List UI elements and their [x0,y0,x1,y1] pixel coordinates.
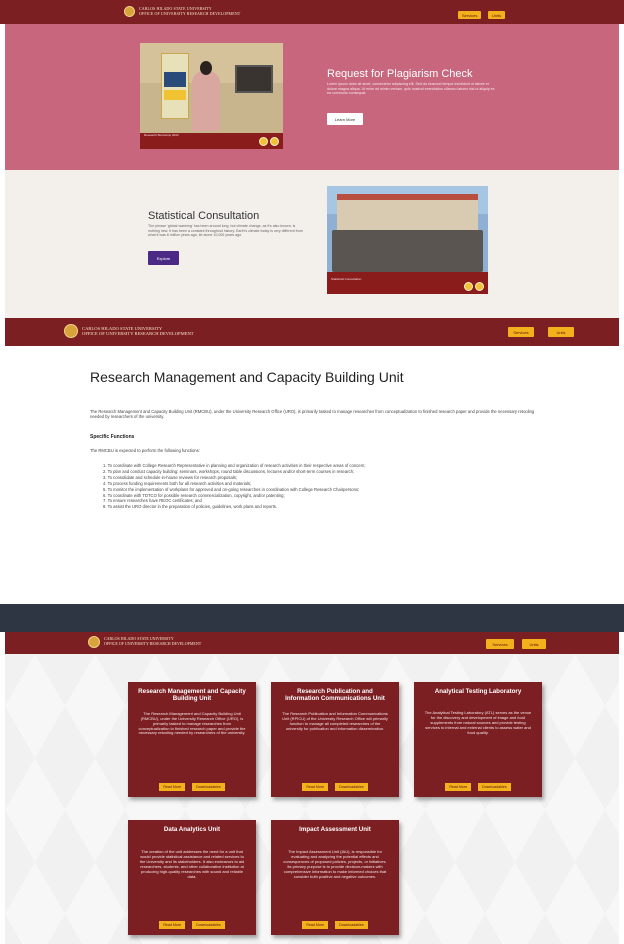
rmcbu-expected: The RMCBU is expected to perform the fol… [90,448,200,453]
statistical-title: Statistical Consultation [148,210,260,222]
photo-caption: Statistical Consultation [331,277,362,281]
org-name-line2: OFFICE OF UNIVERSITY RESEARCH DEVELOPMEN… [139,10,241,16]
services-button[interactable]: Services [458,11,482,19]
explore-button[interactable]: Explore [148,251,179,265]
seal-badge-icon [464,282,473,291]
functions-list: 1. To coordinate with College Research R… [103,463,533,510]
plagiarism-title: Request for Plagiarism Check [327,68,473,80]
header-logo[interactable]: CARLOS HILADO STATE UNIVERSITY OFFICE OF… [88,636,201,648]
group-photo: Statistical Consultation [327,186,488,294]
card-title: Research Management and Capacity Buildin… [138,688,246,703]
statistical-description: The phrase 'global warming' has been aro… [148,224,303,238]
rmcbu-intro: The Research Management and Capacity Bui… [90,409,535,420]
seal-badge-icon [475,282,484,291]
unit-card-iau: Impact Assessment Unit The Impact Assess… [271,820,399,935]
university-seal-icon [124,6,135,17]
speaker-figure [192,71,220,131]
photo-caption: Research Bootcamp 2022 [144,133,179,137]
footer-band [0,604,624,632]
card-description: The Impact Assessment Unit (IAU), is res… [283,849,387,879]
unit-card-rpicu: Research Publication and Information Com… [271,682,399,797]
unit-card-atl: Analytical Testing Laboratory The Analyt… [414,682,542,797]
services-button[interactable]: Services [486,639,514,649]
header-logo[interactable]: CARLOS HILADO STATE UNIVERSITY OFFICE OF… [124,6,240,17]
rmcbu-title: Research Management and Capacity Buildin… [90,369,404,385]
units-button[interactable]: Units [488,11,506,19]
services-button[interactable]: Services [508,327,534,337]
downloadables-button[interactable]: Downloadables [335,783,368,791]
org-name: CARLOS HILADO STATE UNIVERSITY OFFICE OF… [82,326,194,337]
read-more-button[interactable]: Read More [302,783,329,791]
building-figure [337,194,478,234]
downloadables-button[interactable]: Downloadables [192,783,225,791]
read-more-button[interactable]: Read More [302,921,329,929]
unit-card-rmcbu: Research Management and Capacity Buildin… [128,682,256,797]
read-more-button[interactable]: Read More [445,783,472,791]
card-title: Analytical Testing Laboratory [434,688,522,695]
card-description: The Analytical Testing Laboratory (ATL) … [424,710,532,736]
card-title: Research Publication and Information Com… [285,688,385,703]
header-logo[interactable]: CARLOS HILADO STATE UNIVERSITY OFFICE OF… [64,324,194,338]
function-item: 8. To assist the URO director in the pre… [103,504,278,510]
specific-functions-heading: Specific Functions [90,434,135,440]
seal-badge-icon [270,137,279,146]
read-more-button[interactable]: Read More [159,783,186,791]
unit-card-dau: Data Analytics Unit The creation of the … [128,820,256,935]
statistical-section [5,170,619,318]
crowd-figure [332,230,483,272]
seal-badge-icon [259,137,268,146]
units-button[interactable]: Units [522,639,546,649]
card-description: The Research Management and Capacity Bui… [138,710,246,736]
read-more-button[interactable]: Read More [159,921,186,929]
university-seal-icon [64,324,78,338]
bootcamp-photo: Research Bootcamp 2022 [140,43,283,149]
plagiarism-description: Lorem ipsum dolor sit amet, consectetur … [327,82,495,96]
units-button[interactable]: Units [548,327,574,337]
monitor-figure [235,65,273,93]
org-name-line2: OFFICE OF UNIVERSITY RESEARCH DEVELOPMEN… [82,331,194,336]
org-name: CARLOS HILADO STATE UNIVERSITY OFFICE OF… [139,6,241,16]
card-description: The Research Publication and Information… [282,710,388,731]
downloadables-button[interactable]: Downloadables [478,783,511,791]
bootcamp-banner [161,53,189,119]
learn-more-button[interactable]: Learn More [327,113,363,125]
university-seal-icon [88,636,100,648]
org-name: CARLOS HILADO STATE UNIVERSITY OFFICE OF… [104,636,202,647]
downloadables-button[interactable]: Downloadables [335,921,368,929]
downloadables-button[interactable]: Downloadables [192,921,225,929]
card-title: Data Analytics Unit [163,826,221,833]
plagiarism-section [5,24,619,170]
org-name-line2: OFFICE OF UNIVERSITY RESEARCH DEVELOPMEN… [104,641,202,646]
card-title: Impact Assessment Unit [299,826,371,833]
card-description: The creation of the unit addresses the n… [139,849,245,879]
top-header [0,0,624,24]
